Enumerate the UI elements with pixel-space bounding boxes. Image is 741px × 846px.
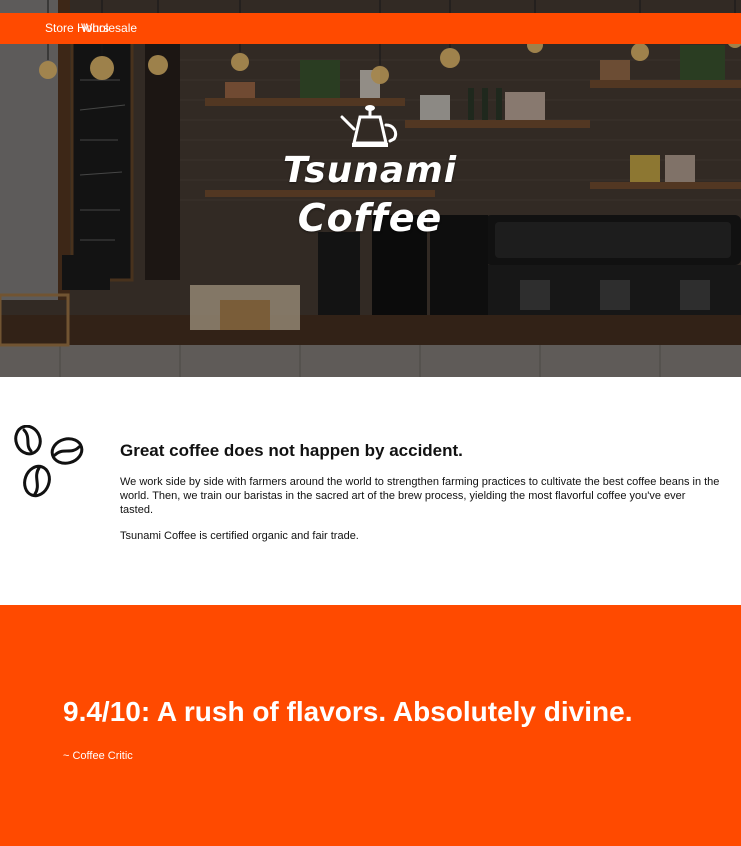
certification-text: Tsunami Coffee is certified organic and … — [120, 530, 359, 542]
logo-text-tsunami: Tsunami — [282, 150, 458, 191]
review-section: 9.4/10: A rush of flavors. Absolutely di… — [0, 605, 741, 846]
about-section: Great coffee does not happen by accident… — [0, 377, 741, 605]
logo-text-coffee: Coffee — [297, 196, 443, 240]
brand-logo: Tsunami Coffee — [270, 100, 470, 245]
review-author: ~ Coffee Critic — [63, 750, 133, 762]
about-description: We work side by side with farmers around… — [120, 476, 720, 516]
coffee-beans-icon — [14, 425, 84, 498]
hero-banner: Store Hours Wholesale Tsunami Coffee — [0, 0, 741, 377]
kettle-icon — [340, 105, 398, 147]
review-quote: 9.4/10: A rush of flavors. Absolutely di… — [63, 696, 633, 727]
top-navbar: Store Hours Wholesale — [0, 13, 741, 44]
about-heading: Great coffee does not happen by accident… — [120, 441, 463, 460]
nav-link-wholesale[interactable]: Wholesale — [81, 21, 137, 35]
